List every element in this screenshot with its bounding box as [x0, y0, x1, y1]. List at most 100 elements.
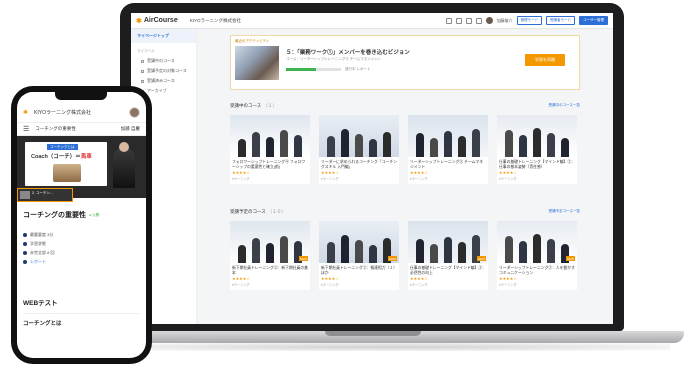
course-card[interactable]: リーダーシップトレーニング③ チームマネジメント ★★★★☆ eラーニング [408, 115, 488, 184]
video-player[interactable]: コーチングとは Coach（コーチ）＝馬車 2. コーチン… [17, 136, 146, 202]
course-card[interactable]: NEW リーダーシップトレーニング②：人を動かすコミュニケーション ★★★★☆ eラー… [497, 221, 577, 290]
course-card[interactable]: 仕事の基礎トレーニング【マインド編】②：仕事の基本姿勢（責任感） ★★★★☆ eラー… [497, 115, 577, 184]
star-icon[interactable] [465, 17, 472, 24]
mobile-nav-title: コーチングの重要性 [35, 126, 76, 131]
in-progress-count: （２） [263, 103, 277, 108]
report-link[interactable]: レポート [30, 259, 46, 265]
person-figure [533, 234, 541, 263]
user-avatar[interactable] [485, 17, 493, 24]
sidebar-item-mypage[interactable]: マイページトップ [131, 29, 196, 43]
course-title: リーダーに求められるコーチング「コーチングスキル 入門編」 [321, 160, 397, 169]
laptop-shadow [100, 343, 670, 351]
laptop-notch [325, 331, 421, 336]
sidebar-item-label: アーカイブ [147, 88, 167, 93]
desktop-screen: ✱ AirCourse KIYOラーニング株式会社 加藤雄介 管理モード 受講者… [131, 13, 613, 324]
meta-row[interactable]: レポート [23, 259, 140, 265]
sidebar-item-label: 受講予定の対象コース [147, 68, 187, 73]
check-icon [23, 251, 27, 255]
course-card[interactable]: NEW 仕事の基礎トレーニング【マインド編】②：必然性の向上 ★★★★☆ eラーニング [408, 221, 488, 290]
course-category: eラーニング [321, 177, 339, 181]
mobile-header: ✱ KIYOラーニング株式会社 [17, 102, 146, 122]
in-progress-list-link[interactable]: 受講中のコース一覧 [549, 103, 580, 108]
activity-title: ５：「業務ワーク①」メンバーを巻き込むビジョン [286, 50, 410, 56]
course-category: eラーニング [499, 283, 517, 287]
status-icon [23, 242, 27, 246]
mobile-company-name: KIYOラーニング株式会社 [34, 109, 91, 116]
chart-icon[interactable] [455, 17, 462, 24]
meta-text: 学習状態 [30, 241, 46, 246]
resume-learning-button[interactable]: 学習を再開 [525, 54, 565, 66]
course-card[interactable]: NEW 新下期社員トレーニング②：報連相力（１）ほか ★★★★☆ eラーニング [319, 221, 399, 290]
meta-row: 未完全部 8 回 [23, 250, 140, 256]
person-figure [383, 132, 391, 157]
new-badge: NEW [388, 256, 397, 261]
mobile-avatar[interactable] [129, 106, 140, 118]
chapter-item[interactable]: 2. コーチン… [17, 188, 73, 202]
meta-text: 未完全部 8 回 [30, 250, 55, 255]
course-title: 新下期社員トレーニング②：報連相力（１）ほか [321, 266, 397, 275]
person-figure [505, 236, 513, 263]
sidebar-item-in-progress[interactable]: 受講中のコース [131, 56, 196, 66]
slide-tag: コーチングとは [47, 144, 78, 150]
menu-icon[interactable]: ☰ [23, 125, 29, 133]
person-figure [505, 130, 513, 157]
logo-icon: ✱ [23, 109, 29, 116]
lecture-slide: コーチングとは Coach（コーチ）＝馬車 [25, 142, 107, 186]
course-thumbnail: NEW [230, 221, 310, 263]
logo-icon: ✱ [136, 17, 142, 25]
sidebar-item-completed[interactable]: 受講済みコース [131, 76, 196, 86]
course-title: リーダーシップトレーニング②：人を動かすコミュニケーション [499, 266, 575, 275]
divider [23, 313, 140, 314]
course-card[interactable]: リーダーに求められるコーチング「コーチングスキル 入門編」 ★★★★☆ eラーニング [319, 115, 399, 184]
in-progress-heading: 受講中のコース （２） 受講中のコース一覧 [230, 103, 580, 109]
mobile-nav-user[interactable]: 加藤 自慶 [121, 126, 140, 132]
sidebar-item-label: 受講済みコース [147, 78, 175, 83]
scheduled-list-link[interactable]: 受講予定コース一覧 [549, 209, 580, 214]
course-category: eラーニング [321, 283, 339, 287]
person-figure [266, 137, 274, 157]
logo-text: AirCourse [143, 17, 178, 24]
sidebar-item-scheduled[interactable]: 受講予定の対象コース [131, 66, 196, 76]
course-thumbnail [319, 115, 399, 157]
course-card[interactable]: NEW 新下期社員トレーニング③：新下期社員の基本 ★★★★☆ eラーニング [230, 221, 310, 290]
person-figure [252, 132, 260, 157]
person-figure [327, 242, 335, 263]
person-figure [355, 134, 363, 157]
person-figure [519, 135, 527, 157]
person-figure [547, 239, 555, 263]
person-figure [547, 133, 555, 157]
course-title-text: コーチングの重要性 [23, 212, 86, 219]
course-meta: 最重要度 3分 学習状態 未完全部 8 回 レポート [23, 232, 140, 265]
grid-icon[interactable] [445, 17, 452, 24]
activity-progress-text: 進行中 レポート [345, 67, 371, 71]
slide-title: Coach（コーチ）＝馬車 [31, 152, 92, 160]
learner-mode-button[interactable]: 受講者モード [546, 16, 576, 25]
mobile-status-bar [17, 92, 146, 102]
scheduled-count: （１０） [267, 209, 286, 214]
admin-mode-button[interactable]: 管理モード [516, 16, 543, 25]
mobile-course-body: コーチングの重要性 ● 公開 最重要度 3分 学習状態 未完全部 8 回 レポー… [17, 198, 146, 327]
clock-icon [23, 233, 27, 237]
scheduled-course-list: NEW 新下期社員トレーニング③：新下期社員の基本 ★★★★☆ eラーニング NEW 新下… [230, 221, 580, 290]
course-icon [141, 59, 144, 63]
activity-progress-bar [286, 68, 341, 71]
in-progress-course-list: フォロワーシップトレーニング④ フォロワーシップの重要性と確立(前) ★★★★☆ e… [230, 115, 580, 184]
recent-activity-card[interactable]: 最近のアクティビティ ５：「業務ワーク①」メンバーを巻き込むビジョン コース：リ… [230, 35, 580, 90]
web-test-heading: WEBテスト [23, 300, 58, 307]
app-logo[interactable]: ✱ AirCourse [136, 17, 178, 25]
slide-title-highlight: 馬車 [80, 154, 92, 160]
calendar-icon [141, 69, 144, 73]
user-name[interactable]: 加藤雄介 [497, 18, 513, 24]
course-card[interactable]: フォロワーシップトレーニング④ フォロワーシップの重要性と確立(前) ★★★★☆ e… [230, 115, 310, 184]
course-thumbnail [230, 115, 310, 157]
main-content: 最近のアクティビティ ５：「業務ワーク①」メンバーを巻き込むビジョン コース：リ… [197, 29, 613, 324]
help-icon[interactable] [475, 17, 482, 24]
person-figure [355, 240, 363, 263]
person-figure [238, 245, 246, 263]
sidebar-section-label: マイコース [137, 49, 155, 53]
new-badge: NEW [299, 256, 308, 261]
meta-row: 学習状態 [23, 241, 140, 247]
user-management-button[interactable]: ユーザー管理 [579, 16, 608, 25]
course-category: eラーニング [499, 177, 517, 181]
sidebar-item-label: 受講中のコース [147, 58, 175, 63]
